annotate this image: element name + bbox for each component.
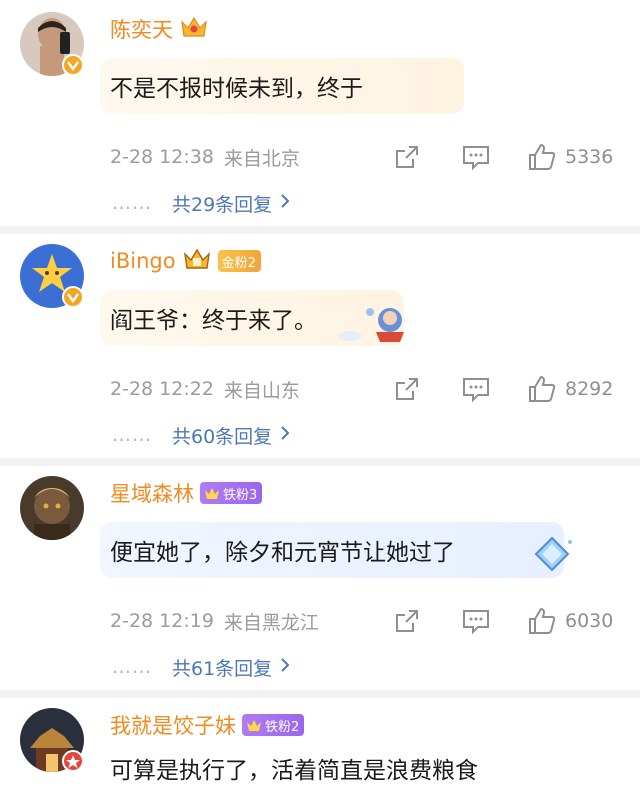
chevron-right-icon: [280, 425, 290, 446]
comment-time: 2-28 12:38: [110, 146, 214, 168]
crown-icon: [247, 720, 261, 731]
fan-badge: 金粉2: [217, 250, 261, 272]
reply-button[interactable]: [461, 142, 491, 172]
comment-location: 来自北京: [223, 147, 300, 170]
comment-meta: 2-28 12:22 来自山东: [110, 374, 300, 404]
diamond-sticker-icon: [528, 534, 576, 580]
comment-text: 便宜她了，除夕和元宵节让她过了: [100, 522, 564, 578]
name-row: 陈奕天: [110, 12, 209, 46]
comment-meta: 2-28 12:19 来自黑龙江: [110, 606, 319, 636]
comment-item: 星域森林 铁粉3 便宜她了，除夕和元宵节让她过了 2-28 12:19 来自黑龙…: [0, 476, 640, 686]
comment-icon: [463, 610, 489, 635]
share-button[interactable]: [393, 606, 421, 636]
comment-icon: [463, 146, 489, 171]
fan-badge: 铁粉3: [200, 482, 263, 504]
comment-text: 可算是执行了，活着简直是浪费粮食: [110, 758, 478, 784]
divider: [0, 458, 640, 466]
reply-button[interactable]: [461, 374, 491, 404]
name-row: iBingo 金粉2: [110, 244, 261, 278]
name-row: 星域森林 铁粉3: [110, 476, 263, 510]
share-button[interactable]: [393, 142, 421, 172]
share-icon: [396, 146, 418, 168]
verified-badge-icon: [62, 750, 84, 772]
username[interactable]: 陈奕天: [110, 14, 173, 44]
chevron-right-icon: [280, 193, 290, 214]
comment-actions: 5336: [393, 142, 633, 172]
view-replies-link[interactable]: …… 共29条回复: [112, 188, 290, 218]
like-button[interactable]: 6030: [527, 606, 613, 636]
comment-item: 我就是饺子妹 铁粉2 可算是执行了，活着简直是浪费粮食: [0, 708, 640, 787]
crown-icon: [205, 488, 219, 499]
view-replies-link[interactable]: …… 共61条回复: [112, 652, 290, 682]
reply-count: 共29条回复: [172, 193, 273, 216]
crown-icon: [182, 246, 212, 276]
share-icon: [396, 378, 418, 400]
comment-text: 不是不报时候未到，终于: [100, 58, 464, 114]
comment-icon: [463, 378, 489, 403]
view-replies-link[interactable]: …… 共60条回复: [112, 420, 290, 450]
name-row: 我就是饺子妹 铁粉2: [110, 708, 305, 742]
username[interactable]: iBingo: [110, 249, 176, 273]
comment-time: 2-28 12:19: [110, 610, 214, 632]
crown-icon: [179, 14, 209, 44]
comment-time: 2-28 12:22: [110, 378, 214, 400]
comment-item: iBingo 金粉2 阎王爷：终于来了。 2-28 12:22 来自山东 829…: [0, 244, 640, 454]
verified-badge-icon: [62, 54, 84, 76]
username[interactable]: 我就是饺子妹: [110, 710, 236, 740]
username[interactable]: 星域森林: [110, 478, 194, 508]
thumbs-up-icon: [529, 143, 556, 170]
comment-actions: 8292: [393, 374, 633, 404]
comment-location: 来自黑龙江: [223, 611, 319, 634]
reply-count: 共61条回复: [172, 657, 273, 680]
comment-location: 来自山东: [223, 379, 300, 402]
share-button[interactable]: [393, 374, 421, 404]
reply-button[interactable]: [461, 606, 491, 636]
like-button[interactable]: 8292: [527, 374, 613, 404]
like-count: 8292: [565, 378, 614, 400]
comment-actions: 6030: [393, 606, 633, 636]
comment-meta: 2-28 12:38 来自北京: [110, 142, 300, 172]
fan-badge: 铁粉2: [242, 714, 305, 736]
divider: [0, 226, 640, 234]
verified-badge-icon: [62, 286, 84, 308]
chevron-right-icon: [280, 657, 290, 678]
cartoon-sticker-icon: [330, 298, 416, 352]
like-button[interactable]: 5336: [527, 142, 613, 172]
reply-count: 共60条回复: [172, 425, 273, 448]
divider: [0, 690, 640, 698]
comment-item: 陈奕天 不是不报时候未到，终于 2-28 12:38 来自北京 5336 …… …: [0, 12, 640, 222]
thumbs-up-icon: [529, 375, 556, 402]
like-count: 6030: [565, 610, 614, 632]
avatar[interactable]: [20, 476, 84, 540]
share-icon: [396, 610, 418, 632]
like-count: 5336: [565, 146, 614, 168]
thumbs-up-icon: [529, 607, 556, 634]
